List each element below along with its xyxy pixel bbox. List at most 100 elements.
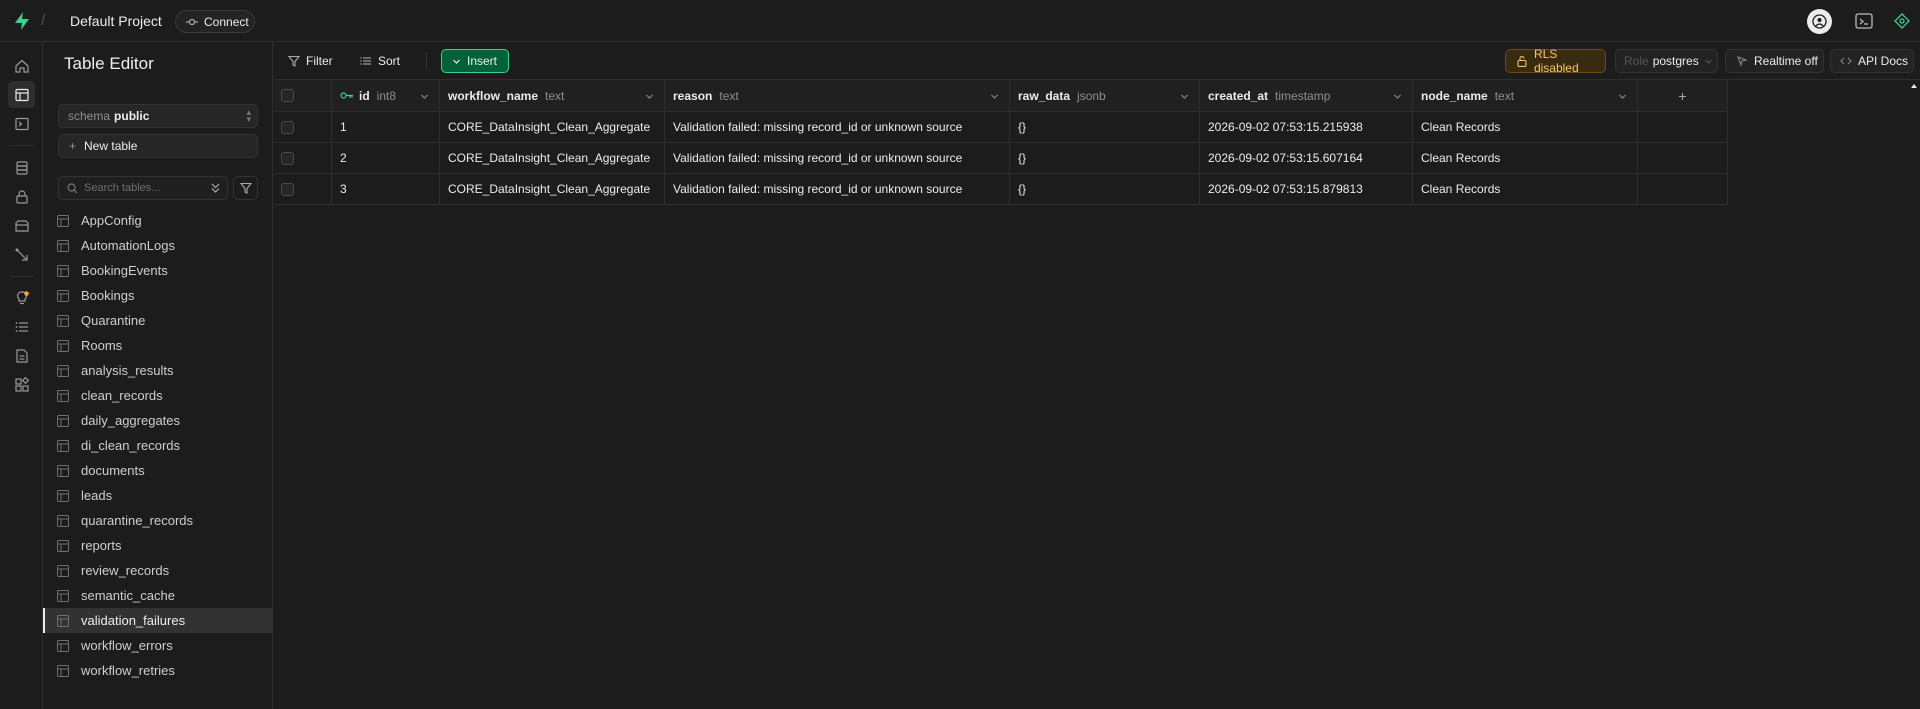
cell-node-name[interactable]: Clean Records — [1413, 143, 1638, 173]
rail-divider — [10, 145, 33, 146]
cell-raw-data[interactable]: {} — [1010, 174, 1200, 204]
column-header-raw-data[interactable]: raw_data jsonb — [1010, 80, 1200, 111]
assistant-diamond-icon[interactable] — [1893, 12, 1911, 30]
cell-workflow-name[interactable]: CORE_DataInsight_Clean_Aggregate — [440, 112, 665, 142]
cell-id[interactable]: 3 — [332, 174, 440, 204]
sidebar-table-item[interactable]: workflow_errors — [43, 633, 273, 658]
search-tables-box[interactable] — [58, 176, 228, 200]
row-checkbox[interactable] — [281, 182, 294, 196]
table-row[interactable]: 3 CORE_DataInsight_Clean_Aggregate Validat… — [274, 174, 1728, 205]
cell-reason[interactable]: Validation failed: missing record_id or … — [665, 174, 1010, 204]
sidebar-table-item[interactable]: di_clean_records — [43, 433, 273, 458]
sort-button[interactable]: Sort — [360, 50, 400, 72]
sidebar-table-item[interactable]: review_records — [43, 558, 273, 583]
rls-disabled-button[interactable]: RLS disabled — [1505, 47, 1606, 75]
column-header-created-at[interactable]: created_at timestamp — [1200, 80, 1413, 111]
cell-created-at[interactable]: 2026-09-02 07:53:15.879813 — [1200, 174, 1413, 204]
sidebar-table-item[interactable]: clean_records — [43, 383, 273, 408]
table-row[interactable]: 1 CORE_DataInsight_Clean_Aggregate Validat… — [274, 112, 1728, 143]
api-docs-icon[interactable] — [8, 342, 35, 369]
integrations-icon[interactable] — [8, 371, 35, 398]
sidebar-table-item[interactable]: AutomationLogs — [43, 233, 273, 258]
row-checkbox[interactable] — [281, 151, 294, 165]
cell-id[interactable]: 1 — [332, 112, 440, 142]
search-tables-input[interactable] — [84, 182, 204, 194]
sidebar-table-item[interactable]: reports — [43, 533, 273, 558]
cell-id[interactable]: 2 — [332, 143, 440, 173]
sidebar-table-item[interactable]: quarantine_records — [43, 508, 273, 533]
cell-node-name[interactable]: Clean Records — [1413, 174, 1638, 204]
user-avatar[interactable] — [1807, 9, 1832, 34]
sidebar-table-item[interactable]: leads — [43, 483, 273, 508]
chevron-down-icon[interactable] — [420, 92, 429, 101]
cell-reason[interactable]: Validation failed: missing record_id or … — [665, 112, 1010, 142]
auth-lock-icon[interactable] — [8, 183, 35, 210]
filter-tables-button[interactable] — [233, 176, 258, 200]
insert-button[interactable]: Insert — [441, 49, 509, 73]
table-editor-icon[interactable] — [8, 81, 35, 108]
supabase-logo-icon[interactable] — [12, 11, 32, 31]
table-row[interactable]: 2 CORE_DataInsight_Clean_Aggregate Validat… — [274, 143, 1728, 174]
table-icon — [57, 364, 69, 377]
sidebar-table-item[interactable]: Quarantine — [43, 308, 273, 333]
column-name: raw_data — [1018, 88, 1071, 103]
home-icon[interactable] — [8, 52, 35, 79]
cell-created-at[interactable]: 2026-09-02 07:53:15.215938 — [1200, 112, 1413, 142]
cell-raw-data[interactable]: {} — [1010, 112, 1200, 142]
sidebar-table-item[interactable]: BookingEvents — [43, 258, 273, 283]
cell-node-name[interactable]: Clean Records — [1413, 112, 1638, 142]
sidebar-table-item[interactable]: semantic_cache — [43, 583, 273, 608]
plug-icon — [186, 18, 198, 25]
chevron-down-icon[interactable] — [1393, 92, 1402, 101]
cell-value: 2026-09-02 07:53:15.879813 — [1208, 182, 1363, 196]
sidebar-table-item[interactable]: AppConfig — [43, 208, 273, 233]
filter-button[interactable]: Filter — [288, 50, 333, 72]
new-table-button[interactable]: + New table — [58, 134, 258, 158]
row-checkbox[interactable] — [281, 120, 294, 134]
add-column-button[interactable]: + — [1638, 80, 1728, 111]
vertical-scrollbar[interactable] — [1908, 80, 1920, 709]
column-header-id[interactable]: id int8 — [332, 80, 440, 111]
cell-created-at[interactable]: 2026-09-02 07:53:15.607164 — [1200, 143, 1413, 173]
column-header-workflow-name[interactable]: workflow_name text — [440, 80, 665, 111]
connect-button[interactable]: Connect — [175, 10, 255, 33]
cell-reason[interactable]: Validation failed: missing record_id or … — [665, 143, 1010, 173]
table-name-label: review_records — [81, 563, 170, 578]
role-key-label: Role — [1624, 54, 1649, 68]
table-icon — [57, 589, 69, 602]
database-icon[interactable] — [8, 154, 35, 181]
advisors-lightbulb-icon[interactable] — [8, 284, 35, 311]
edge-functions-icon[interactable] — [8, 241, 35, 268]
storage-icon[interactable] — [8, 212, 35, 239]
sidebar-table-item[interactable]: validation_failures — [43, 608, 273, 633]
cell-workflow-name[interactable]: CORE_DataInsight_Clean_Aggregate — [440, 143, 665, 173]
chevron-double-down-icon[interactable] — [210, 182, 221, 194]
sidebar-table-item[interactable]: Bookings — [43, 283, 273, 308]
api-docs-button[interactable]: API Docs — [1830, 49, 1914, 73]
cell-raw-data[interactable]: {} — [1010, 143, 1200, 173]
sidebar-table-item[interactable]: daily_aggregates — [43, 408, 273, 433]
project-name[interactable]: Default Project — [70, 13, 162, 29]
sidebar-table-item[interactable]: workflow_retries — [43, 658, 273, 683]
chevron-down-icon[interactable] — [1180, 92, 1189, 101]
schema-select[interactable]: schema public ▴ ▾ — [58, 104, 258, 128]
select-all-checkbox[interactable] — [281, 89, 294, 102]
cell-value: 3 — [340, 182, 347, 196]
chevron-down-icon[interactable] — [1618, 92, 1627, 101]
role-select[interactable]: Role postgres — [1615, 49, 1718, 73]
sql-editor-icon[interactable] — [8, 110, 35, 137]
cell-workflow-name[interactable]: CORE_DataInsight_Clean_Aggregate — [440, 174, 665, 204]
cell-value: 2026-09-02 07:53:15.215938 — [1208, 120, 1363, 134]
realtime-toggle-button[interactable]: Realtime off — [1725, 49, 1824, 73]
sidebar-table-item[interactable]: documents — [43, 458, 273, 483]
toolbar-divider — [426, 52, 427, 70]
column-header-reason[interactable]: reason text — [665, 80, 1010, 111]
sidebar-table-item[interactable]: Rooms — [43, 333, 273, 358]
chevron-down-icon[interactable] — [645, 92, 654, 101]
sidebar-table-item[interactable]: analysis_results — [43, 358, 273, 383]
terminal-icon[interactable] — [1855, 12, 1873, 30]
logs-list-icon[interactable] — [8, 313, 35, 340]
cell-value: 2 — [340, 151, 347, 165]
column-header-node-name[interactable]: node_name text — [1413, 80, 1638, 111]
chevron-down-icon[interactable] — [990, 92, 999, 101]
